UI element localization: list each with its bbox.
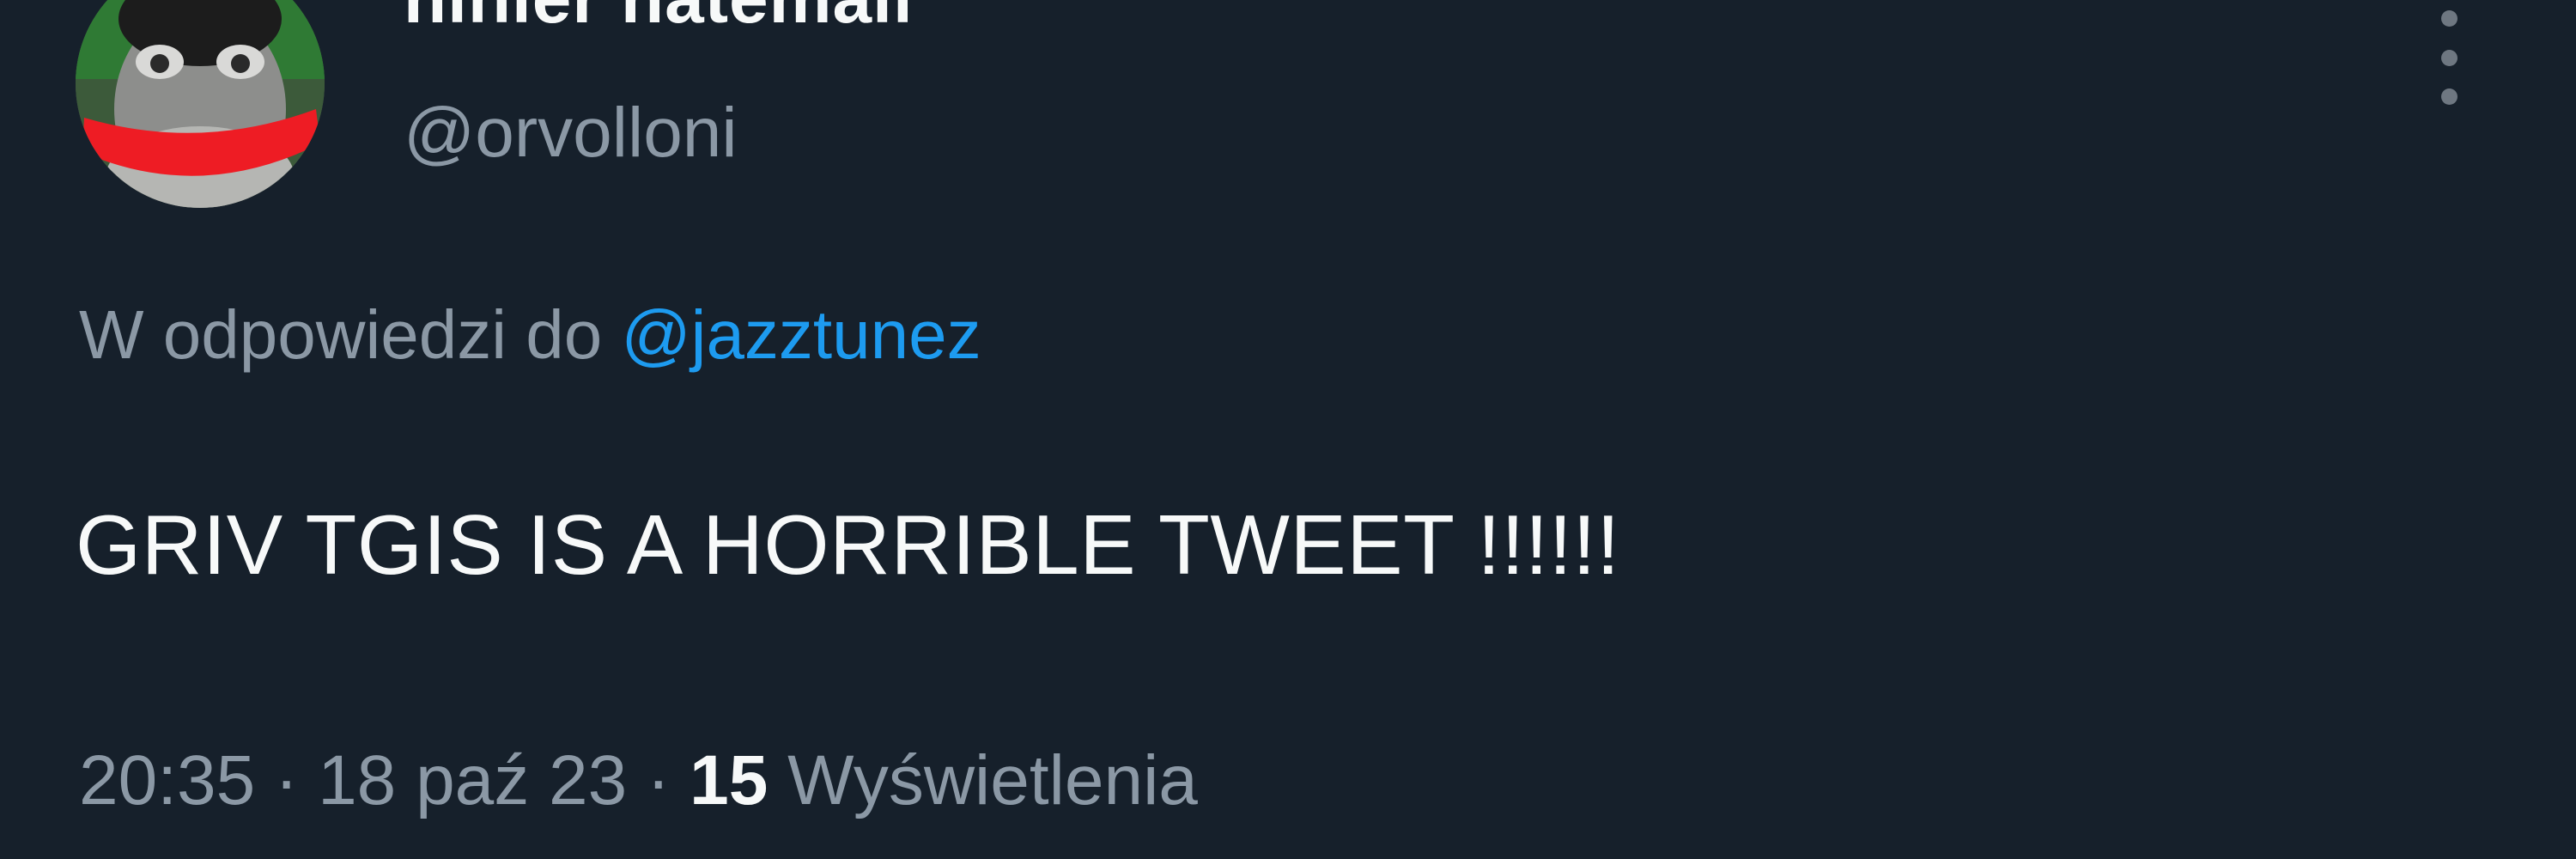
meta-separator: · <box>627 741 690 819</box>
reply-mention-link[interactable]: @jazztunez <box>621 296 981 373</box>
tweet-text: GRIV TGIS IS A HORRIBLE TWEET !!!!!! <box>76 497 1620 592</box>
menu-dot <box>2440 10 2458 27</box>
tweet-date[interactable]: 18 paź 23 <box>318 741 627 819</box>
meta-separator: · <box>255 741 319 819</box>
tweet-meta: 20:35 · 18 paź 23 · 15 Wyświetlenia <box>79 740 1198 821</box>
profile-avatar-image <box>76 0 325 208</box>
views-count: 15 <box>690 741 769 819</box>
avatar[interactable] <box>76 0 325 208</box>
menu-dot <box>2440 49 2458 66</box>
more-vertical-icon[interactable] <box>2432 10 2466 105</box>
tweet-card: nihier natemail @orvolloni W odpowiedzi … <box>0 0 2576 859</box>
reply-context: W odpowiedzi do @jazztunez <box>79 295 981 375</box>
reply-prefix: W odpowiedzi do <box>79 296 622 373</box>
menu-dot <box>2440 88 2458 105</box>
tweet-time[interactable]: 20:35 <box>79 741 255 819</box>
author-display-name[interactable]: nihier natemail <box>404 0 914 40</box>
views-label: Wyświetlenia <box>768 741 1198 819</box>
author-handle[interactable]: @orvolloni <box>404 93 738 174</box>
